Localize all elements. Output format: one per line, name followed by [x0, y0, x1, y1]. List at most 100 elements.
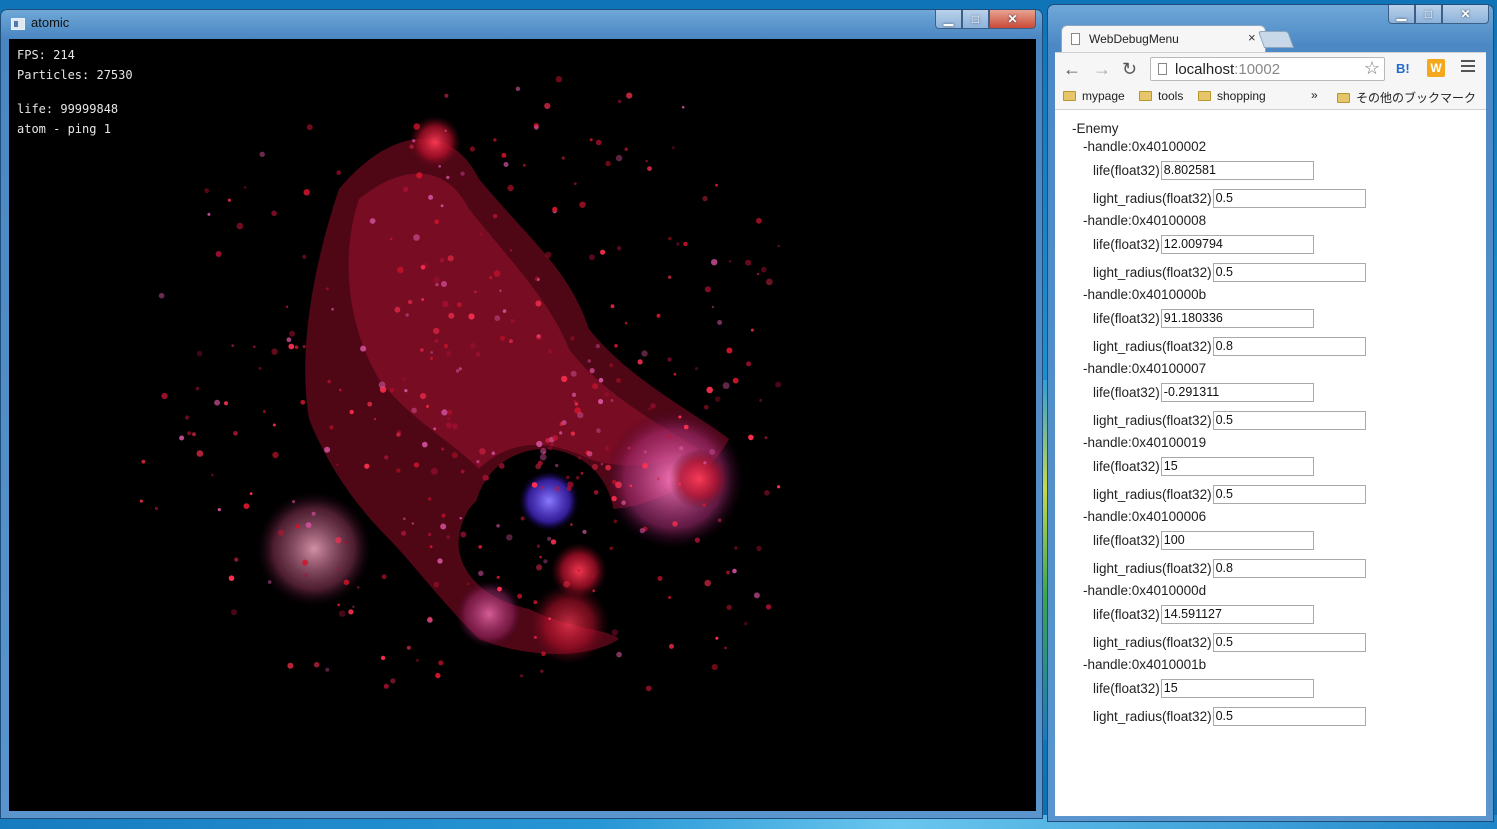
handle-node[interactable]: -handle:0x4010000d	[1083, 582, 1366, 600]
handle-node[interactable]: -handle:0x4010001b	[1083, 656, 1366, 674]
bookmark-other[interactable]: その他のブックマーク	[1337, 89, 1476, 106]
life-field[interactable]	[1160, 382, 1314, 402]
life-field[interactable]	[1160, 234, 1314, 254]
handle-node[interactable]: -handle:0x40100008	[1083, 212, 1366, 230]
particle	[577, 569, 581, 572]
particle	[384, 455, 389, 460]
particle	[406, 645, 411, 650]
property-label: life(float32)	[1093, 384, 1160, 400]
debug-tree: -Enemy -handle:0x40100002 life(float32) li…	[1072, 120, 1366, 730]
particle	[452, 423, 458, 430]
hud-overlay: FPS: 214 Particles: 27530 life: 99999848…	[17, 45, 133, 139]
life-field[interactable]	[1160, 308, 1314, 328]
particle	[726, 604, 732, 611]
handle-node[interactable]: -handle:0x40100002	[1083, 138, 1366, 156]
back-icon[interactable]: ←	[1063, 59, 1081, 79]
atomic-window: atomic ▁ □ ✕ FPS: 214 Particles: 27530 l…	[0, 9, 1043, 819]
light-radius-field[interactable]	[1212, 558, 1366, 578]
handle-node[interactable]: -handle:0x40100019	[1083, 434, 1366, 452]
particle	[447, 255, 454, 262]
particle	[678, 415, 682, 419]
particle	[600, 249, 606, 255]
particle	[734, 546, 738, 550]
handle-list: -handle:0x40100002 life(float32) light_rad…	[1072, 138, 1366, 730]
browser-minimize-button[interactable]: ▁	[1388, 5, 1415, 24]
particle	[547, 536, 552, 541]
particle	[592, 589, 596, 593]
handle-node[interactable]: -handle:0x40100007	[1083, 360, 1366, 378]
address-bar[interactable]: localhost:10002 ☆	[1150, 57, 1385, 81]
particle	[441, 409, 448, 416]
particle	[724, 646, 727, 650]
particle	[478, 545, 483, 549]
light-radius-field[interactable]	[1212, 336, 1366, 356]
particle	[503, 162, 509, 167]
particle	[407, 299, 413, 305]
particle	[570, 370, 577, 377]
tab-close-icon[interactable]: ×	[1248, 30, 1256, 45]
particle	[726, 570, 730, 575]
particle	[616, 378, 621, 383]
bookmark-shopping[interactable]: shopping	[1198, 89, 1266, 103]
handle-node[interactable]: -handle:0x4010000b	[1083, 286, 1366, 304]
particle	[615, 154, 623, 162]
particle	[639, 528, 645, 534]
tree-root-enemy[interactable]: -Enemy	[1072, 120, 1366, 138]
handle-node[interactable]: -handle:0x40100006	[1083, 508, 1366, 526]
menu-icon[interactable]	[1461, 60, 1475, 75]
light-radius-field[interactable]	[1212, 706, 1366, 726]
minimize-button[interactable]: ▁	[935, 10, 962, 29]
particle	[438, 660, 444, 666]
property-label: light_radius(float32)	[1093, 708, 1212, 724]
particle	[215, 251, 222, 257]
handle-group: -handle:0x40100019 life(float32) light_rad…	[1072, 434, 1366, 508]
particle	[413, 462, 420, 468]
light-radius-field[interactable]	[1212, 188, 1366, 208]
particle	[337, 603, 341, 607]
light-radius-field[interactable]	[1212, 632, 1366, 652]
reload-icon[interactable]: ↻	[1122, 59, 1137, 79]
property-row: light_radius(float32)	[1093, 480, 1366, 508]
life-field[interactable]	[1160, 530, 1314, 550]
tab-webdebugmenu[interactable]: WebDebugMenu ×	[1061, 25, 1266, 53]
hatena-bookmark-icon[interactable]: B!	[1396, 61, 1410, 76]
life-field[interactable]	[1160, 604, 1314, 624]
particle	[616, 651, 622, 658]
particle	[596, 428, 601, 434]
particle	[231, 344, 235, 347]
particle	[574, 402, 579, 406]
particle	[540, 669, 544, 673]
particle	[460, 171, 465, 176]
bookmark-star-icon[interactable]: ☆	[1364, 58, 1380, 79]
particle	[446, 535, 451, 540]
life-field[interactable]	[1160, 456, 1314, 476]
particle	[456, 302, 462, 308]
particle	[550, 442, 554, 447]
particle	[544, 102, 551, 110]
particle	[775, 381, 782, 388]
bookmarks-overflow-button[interactable]: »	[1311, 88, 1318, 102]
bookmark-mypage[interactable]: mypage	[1063, 89, 1125, 103]
light-radius-field[interactable]	[1212, 484, 1366, 504]
life-field[interactable]	[1160, 678, 1314, 698]
forward-icon[interactable]: →	[1093, 59, 1111, 79]
browser-maximize-button[interactable]: □	[1415, 5, 1442, 24]
game-viewport[interactable]: FPS: 214 Particles: 27530 life: 99999848…	[9, 39, 1036, 811]
life-field[interactable]	[1160, 160, 1314, 180]
particle	[335, 537, 342, 544]
particle	[302, 254, 307, 259]
particle	[650, 403, 656, 409]
close-button[interactable]: ✕	[989, 10, 1036, 29]
particle	[303, 189, 310, 196]
particle	[571, 392, 577, 397]
browser-close-button[interactable]: ✕	[1442, 5, 1489, 24]
particle	[383, 683, 389, 689]
extension-w-icon[interactable]: W	[1427, 59, 1445, 77]
light-radius-field[interactable]	[1212, 410, 1366, 430]
bookmark-tools[interactable]: tools	[1139, 89, 1183, 103]
particle	[567, 481, 574, 488]
maximize-button[interactable]: □	[962, 10, 989, 29]
light-radius-field[interactable]	[1212, 262, 1366, 282]
maximize-icon: □	[971, 12, 980, 26]
new-tab-button[interactable]	[1257, 31, 1295, 48]
